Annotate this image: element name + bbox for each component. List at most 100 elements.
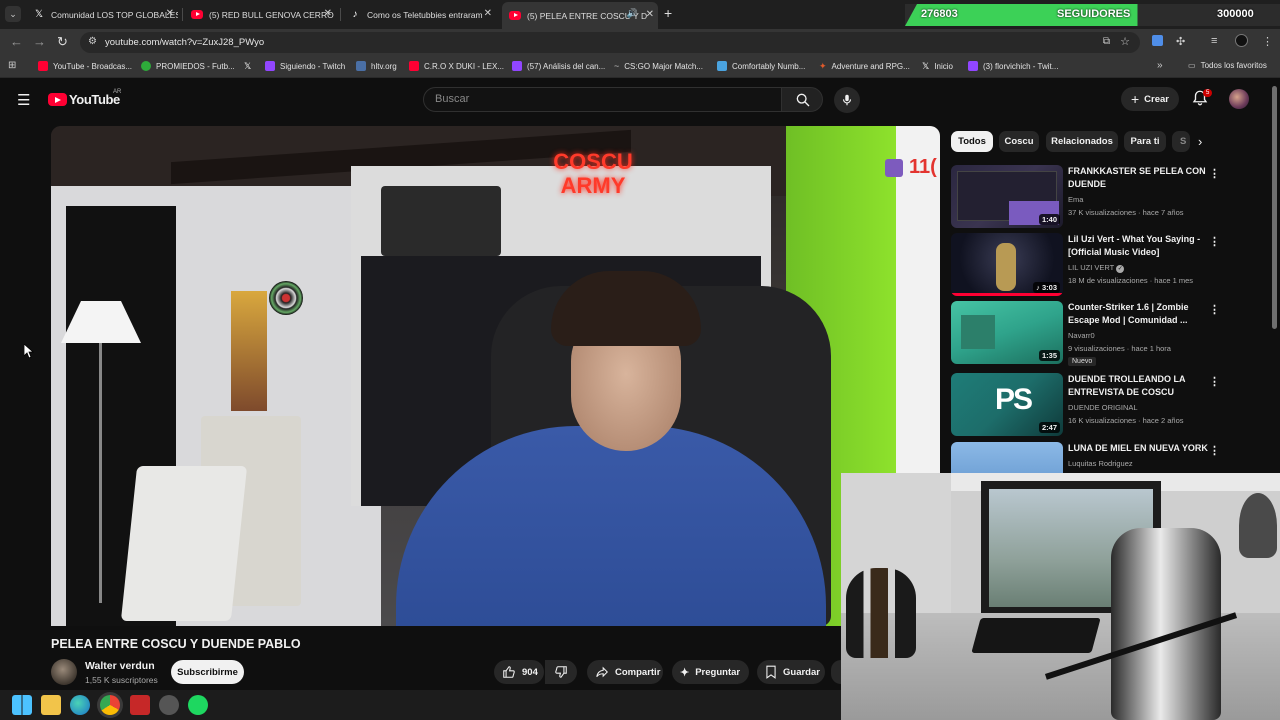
like-button[interactable]: 904 — [494, 660, 544, 684]
browser-tab-active[interactable]: (5) PELEA ENTRE COSCU Y D 🔊 ✕ — [502, 2, 658, 29]
chip-coscu[interactable]: Coscu — [999, 131, 1039, 152]
recommended-video[interactable]: LUNA DE MIEL EN NUEVA YORK Luquitas Rodr… — [951, 442, 1231, 473]
channel-avatar[interactable] — [51, 659, 77, 685]
close-icon[interactable]: ✕ — [324, 8, 332, 19]
file-explorer-icon[interactable] — [41, 695, 61, 715]
bookmark-item[interactable]: (3) florvichich - Twit... — [968, 61, 1058, 71]
apps-grid-icon[interactable]: ⊞ — [8, 60, 16, 71]
media-control-icon[interactable]: ≡ — [1211, 35, 1217, 47]
bookmark-item[interactable]: C.R.O X DUKI - LEX... — [409, 61, 504, 71]
video-thumbnail[interactable] — [951, 442, 1063, 473]
new-tab-button[interactable]: + — [664, 5, 672, 21]
video-thumbnail[interactable]: PS 2:47 — [951, 373, 1063, 436]
share-button[interactable]: Compartir — [587, 660, 663, 684]
bookmark-item[interactable]: (57) Análisis del can... — [512, 61, 605, 71]
bookmark-item[interactable]: YouTube - Broadcas... — [38, 61, 132, 71]
profile-icon[interactable] — [1235, 34, 1248, 47]
ask-button[interactable]: ✦ Preguntar — [672, 660, 749, 684]
notification-count-badge: 5 — [1203, 89, 1213, 97]
more-options-icon[interactable]: ⋮ — [1209, 167, 1220, 180]
search-box[interactable] — [423, 87, 782, 112]
dislike-button[interactable] — [545, 660, 577, 684]
chip-for-you[interactable]: Para ti — [1124, 131, 1166, 152]
extension-icon[interactable] — [1152, 35, 1163, 46]
video-thumbnail[interactable]: 1:40 — [951, 165, 1063, 228]
search-button[interactable] — [781, 87, 823, 112]
browser-tab[interactable]: (5) RED BULL GENOVA CERRO / ✕ — [186, 4, 336, 25]
hamburger-menu-icon[interactable]: ☰ — [17, 91, 30, 109]
video-thumbnail[interactable]: ♪ 3:03 — [951, 233, 1063, 296]
chrome-icon[interactable] — [100, 695, 120, 715]
close-icon[interactable]: ✕ — [484, 8, 492, 19]
bookmark-item[interactable]: 𝕏 Inicio — [922, 61, 953, 72]
browser-tab[interactable]: 𝕏 Comunidad LOS TOP GLOBALES ✕ — [28, 4, 178, 25]
account-avatar[interactable] — [1229, 89, 1249, 109]
browser-tab[interactable]: ♪ Como os Teletubbies entraram ✕ — [344, 4, 496, 25]
chevron-right-icon[interactable]: » — [1157, 60, 1163, 71]
extensions-puzzle-icon[interactable]: ✣ — [1176, 35, 1185, 48]
page-scrollbar[interactable] — [1272, 86, 1277, 329]
close-icon[interactable]: ✕ — [166, 8, 174, 19]
voice-search-button[interactable] — [834, 87, 860, 113]
video-title[interactable]: Counter-Striker 1.6 | Zombie Escape Mod … — [1068, 301, 1208, 327]
bookmark-item[interactable]: PROMIEDOS - Futb... — [141, 61, 235, 71]
bookmark-item[interactable]: Comfortably Numb... — [717, 61, 805, 71]
chip-all[interactable]: Todos — [951, 131, 993, 152]
edge-icon[interactable] — [70, 695, 90, 715]
close-icon[interactable]: ✕ — [646, 9, 654, 20]
video-title[interactable]: Lil Uzi Vert - What You Saying - [Offici… — [1068, 233, 1208, 259]
channel-name[interactable]: LIL UZI VERT ✓ — [1068, 261, 1125, 274]
recommended-video[interactable]: ♪ 3:03 Lil Uzi Vert - What You Saying - … — [951, 233, 1231, 297]
chip-partial[interactable]: S — [1172, 131, 1190, 152]
address-bar[interactable]: ⚙ youtube.com/watch?v=ZuxJ28_PWyo ⧉ ☆ — [80, 32, 1140, 53]
bookmark-item[interactable]: ~ CS:GO Major Match... — [614, 61, 703, 71]
more-actions-button[interactable] — [831, 660, 841, 684]
install-app-icon[interactable]: ⧉ — [1103, 36, 1110, 47]
chip-related[interactable]: Relacionados — [1046, 131, 1118, 152]
site-info-icon[interactable]: ⚙ — [88, 36, 97, 47]
recommended-video[interactable]: 1:35 Counter-Striker 1.6 | Zombie Escape… — [951, 301, 1231, 369]
search-input[interactable] — [435, 93, 765, 105]
video-title[interactable]: DUENDE TROLLEANDO LA ENTREVISTA DE COSCU — [1068, 373, 1208, 399]
like-count: 904 — [522, 666, 538, 678]
channel-name[interactable]: Luquitas Rodriguez — [1068, 457, 1133, 470]
all-bookmarks-folder[interactable]: ▭ Todos los favoritos — [1188, 61, 1267, 70]
windows-start-icon[interactable] — [12, 695, 32, 715]
video-title[interactable]: LUNA DE MIEL EN NUEVA YORK — [1068, 442, 1208, 455]
video-thumbnail[interactable]: 1:35 — [951, 301, 1063, 364]
tab-search-button[interactable]: ⌄ — [5, 6, 21, 22]
recommended-video[interactable]: PS 2:47 DUENDE TROLLEANDO LA ENTREVISTA … — [951, 373, 1231, 437]
forward-icon[interactable]: → — [33, 34, 46, 49]
reload-icon[interactable]: ↻ — [57, 34, 68, 50]
more-options-icon[interactable]: ⋮ — [1209, 375, 1220, 388]
save-button[interactable]: Guardar — [757, 660, 825, 684]
video-title[interactable]: FRANKKASTER SE PELEA CON DUENDE — [1068, 165, 1208, 191]
spotify-icon[interactable] — [188, 695, 208, 715]
bookmark-item[interactable]: hltv.org — [356, 61, 397, 71]
channel-name[interactable]: Navarr0 — [1068, 329, 1095, 342]
bookmark-item[interactable]: Siguiendo - Twitch — [265, 61, 345, 71]
bookmark-item[interactable]: ✦ Adventure and RPG... — [819, 61, 910, 72]
bookmark-star-icon[interactable]: ☆ — [1120, 35, 1130, 48]
video-duration: 2:47 — [1038, 422, 1060, 433]
url-text: youtube.com/watch?v=ZuxJ28_PWyo — [105, 37, 265, 48]
followers-current: 276803 — [921, 8, 958, 20]
more-options-icon[interactable]: ⋮ — [1209, 303, 1220, 316]
more-options-icon[interactable]: ⋮ — [1209, 444, 1220, 457]
channel-name[interactable]: DUENDE ORIGINAL — [1068, 401, 1138, 414]
streaming-app-icon[interactable] — [130, 695, 150, 715]
recommended-video[interactable]: 1:40 FRANKKASTER SE PELEA CON DUENDE Ema… — [951, 165, 1231, 229]
channel-name[interactable]: Walter verdun — [85, 660, 155, 672]
chevron-right-icon[interactable]: › — [1198, 134, 1202, 149]
settings-app-icon[interactable] — [159, 695, 179, 715]
create-button[interactable]: + Crear — [1121, 87, 1179, 111]
bookmark-item[interactable]: 𝕏 — [244, 61, 256, 72]
menu-kebab-icon[interactable]: ⋮ — [1262, 35, 1273, 48]
speaker-icon[interactable]: 🔊 — [627, 8, 638, 19]
subscribe-button[interactable]: Subscribirme — [171, 660, 244, 684]
back-icon[interactable]: ← — [10, 34, 23, 49]
youtube-logo[interactable]: YouTube AR — [48, 89, 121, 107]
video-player[interactable]: COSCU ARMY 11( — [51, 126, 940, 626]
more-options-icon[interactable]: ⋮ — [1209, 235, 1220, 248]
channel-name[interactable]: Ema — [1068, 193, 1083, 206]
